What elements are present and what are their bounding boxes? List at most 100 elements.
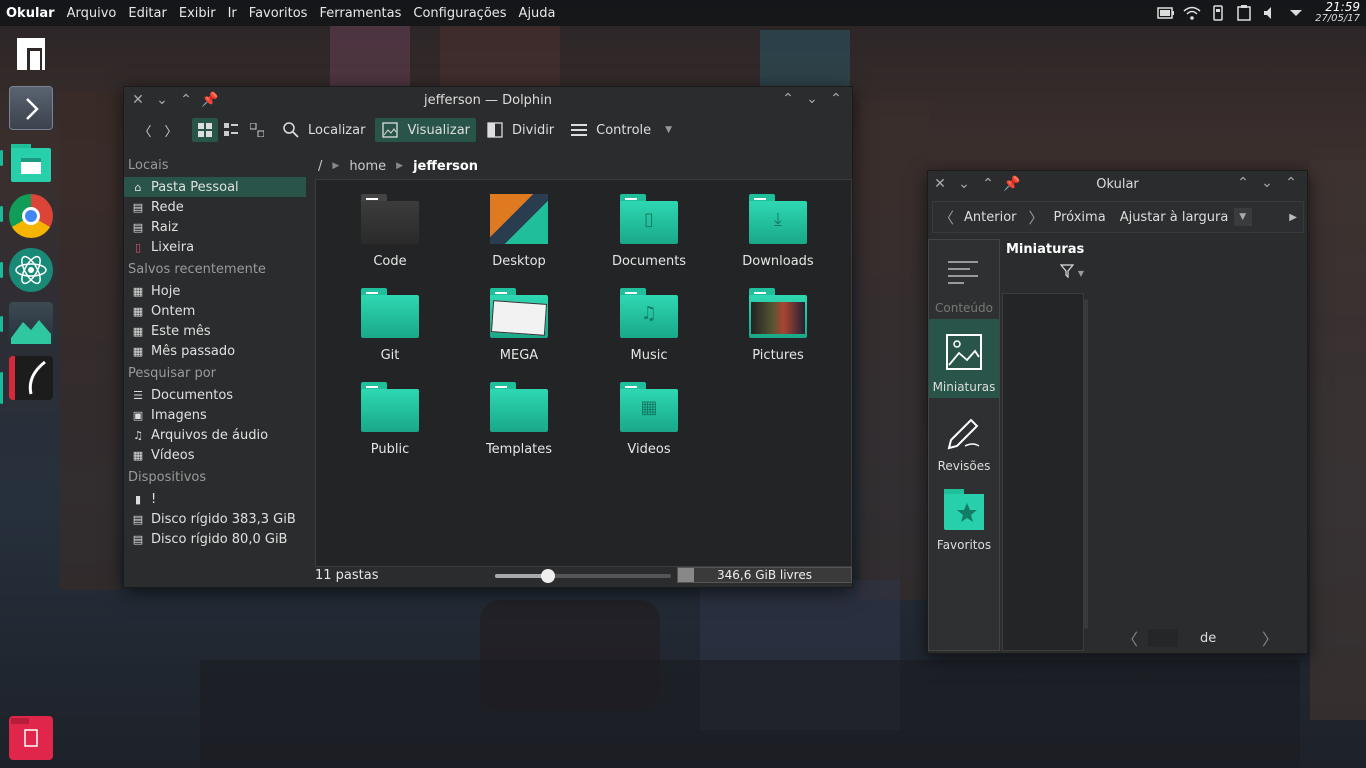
keep-below-icon[interactable]: ⌄ (800, 87, 824, 111)
places-item[interactable]: ▦ Hoje (124, 281, 306, 301)
dolphin-toolbar: 〈 〉 Localizar Visualizar Dividir Control… (124, 113, 852, 147)
chevron-right-icon[interactable]: 〉 (1262, 626, 1278, 650)
forward-button[interactable]: 〉 (158, 118, 184, 142)
breadcrumb-current[interactable]: jefferson (413, 159, 478, 174)
pin-icon[interactable]: 📌 (1000, 172, 1024, 196)
places-item[interactable]: ▤ Disco rígido 80,0 GiB (124, 529, 306, 549)
file-item[interactable]: ⤓ Downloads (713, 194, 843, 269)
split-button[interactable]: Dividir (480, 118, 560, 142)
menu-exibir[interactable]: Exibir (173, 6, 222, 21)
file-item[interactable]: Pictures (713, 288, 843, 363)
files-icon[interactable] (9, 140, 53, 184)
places-item[interactable]: ▤ Disco rígido 383,3 GiB (124, 509, 306, 529)
find-button[interactable]: Localizar (276, 118, 371, 142)
usb-icon[interactable] (1207, 4, 1229, 22)
app-name[interactable]: Okular (0, 6, 61, 21)
places-item[interactable]: ▮! (124, 489, 306, 509)
icons-view-button[interactable] (192, 118, 218, 142)
file-item[interactable]: Desktop (454, 194, 584, 269)
keep-below-icon[interactable]: ⌄ (1255, 171, 1279, 195)
preview-button[interactable]: Visualizar (375, 118, 477, 142)
control-button[interactable]: Controle ▼ (564, 118, 678, 142)
menu-ajuda[interactable]: Ajuda (513, 6, 562, 21)
keep-above-icon[interactable]: ⌃ (1231, 171, 1255, 195)
filter-button[interactable]: ▼ (1002, 261, 1088, 285)
battery-icon[interactable] (1155, 4, 1177, 22)
manjaro-icon[interactable] (9, 32, 53, 76)
file-item[interactable]: Git (325, 288, 455, 363)
file-item[interactable]: MEGA (454, 288, 584, 363)
menu-configuracoes[interactable]: Configurações (407, 6, 512, 21)
menu-ferramentas[interactable]: Ferramentas (313, 6, 407, 21)
pin-icon[interactable]: 📌 (198, 88, 222, 112)
places-item[interactable]: ▣ Imagens (124, 405, 306, 425)
places-item[interactable]: ▦ Este mês (124, 321, 306, 341)
file-item[interactable]: ♫ Music (584, 288, 714, 363)
next-page-button[interactable]: 〉 Próxima (1023, 207, 1112, 228)
menu-editar[interactable]: Editar (122, 6, 173, 21)
maximize-icon[interactable]: ⌃ (976, 172, 1000, 196)
places-item[interactable]: ▦ Mês passado (124, 341, 306, 361)
previous-page-button[interactable]: 〈 Anterior (933, 207, 1023, 228)
shade-icon[interactable]: ⌃ (1279, 171, 1303, 195)
close-icon[interactable]: ✕ (126, 88, 150, 112)
trash-icon[interactable] (9, 716, 53, 760)
toolbar-overflow-icon[interactable]: ▶ (1289, 212, 1297, 223)
menu-arquivo[interactable]: Arquivo (61, 6, 123, 21)
wifi-icon[interactable] (1181, 4, 1203, 22)
menu-ir[interactable]: Ir (222, 6, 243, 21)
details-view-button[interactable] (244, 118, 270, 142)
sidebar-item-label: Miniaturas (932, 380, 996, 394)
places-item[interactable]: ♫ Arquivos de áudio (124, 425, 306, 445)
clipboard-icon[interactable] (1233, 4, 1255, 22)
chevron-left-icon[interactable]: 〈 (1122, 626, 1138, 650)
chevron-down-icon[interactable] (1285, 4, 1307, 22)
zoom-slider-handle[interactable] (540, 569, 555, 583)
page-number-field[interactable] (1148, 629, 1179, 647)
zoom-select[interactable]: Ajustar à largura ▼ (1114, 206, 1252, 228)
chrome-icon[interactable] (9, 194, 53, 238)
folder-icon: ⤓ (749, 194, 807, 246)
file-item[interactable]: ▯ Documents (584, 194, 714, 269)
minimize-icon[interactable]: ⌄ (952, 172, 976, 196)
keep-above-icon[interactable]: ⌃ (776, 87, 800, 111)
places-item[interactable]: ☰ Documentos (124, 385, 306, 405)
sidebar-item[interactable]: Conteúdo (929, 240, 999, 319)
okular-titlebar[interactable]: ✕ ⌄ ⌃ 📌 Okular ⌃ ⌄ ⌃ (928, 171, 1307, 197)
sidebar-item[interactable]: Miniaturas (929, 319, 999, 398)
breadcrumb-separator-icon: ▶ (332, 161, 340, 171)
places-item[interactable]: ▤ Rede (124, 197, 306, 217)
compact-view-button[interactable] (218, 118, 244, 142)
file-item[interactable]: Public (325, 382, 455, 457)
minimize-icon[interactable]: ⌄ (150, 88, 174, 112)
file-item[interactable]: Templates (454, 382, 584, 457)
sidebar-item[interactable]: Favoritos (929, 477, 999, 556)
places-item[interactable]: ⌂ Pasta Pessoal (124, 177, 306, 197)
places-item[interactable]: ▦ Vídeos (124, 445, 306, 465)
places-item[interactable]: ▦ Ontem (124, 301, 306, 321)
next-icon[interactable] (9, 86, 53, 130)
file-item[interactable]: Code (325, 194, 455, 269)
breadcrumb-home[interactable]: home (349, 159, 386, 174)
file-item[interactable]: ▦ Videos (584, 382, 714, 457)
zoom-slider[interactable] (495, 569, 671, 583)
file-view[interactable]: Code Desktop ▯ Documents ⤓ Downloads Git MEGA ♫ M… (315, 179, 852, 567)
atom-icon[interactable] (9, 248, 53, 292)
split-label: Dividir (512, 122, 555, 138)
image-viewer-icon[interactable] (9, 302, 53, 346)
thumbnail-list[interactable] (1002, 293, 1084, 651)
volume-icon[interactable] (1259, 4, 1281, 22)
clock[interactable]: 21:59 27/05/17 (1309, 1, 1366, 24)
breadcrumb-root[interactable]: / (318, 159, 322, 174)
close-icon[interactable]: ✕ (928, 172, 952, 196)
maximize-icon[interactable]: ⌃ (174, 88, 198, 112)
places-item[interactable]: ▤ Raiz (124, 217, 306, 237)
sidebar-item[interactable]: Revisões (929, 398, 999, 477)
back-button[interactable]: 〈 (132, 118, 158, 142)
okular-icon[interactable] (9, 356, 53, 400)
dolphin-titlebar[interactable]: ✕ ⌄ ⌃ 📌 jefferson — Dolphin ⌃ ⌄ ⌃ (124, 87, 852, 113)
shade-icon[interactable]: ⌃ (824, 87, 848, 111)
places-item[interactable]: ▯ Lixeira (124, 237, 306, 257)
scrollbar[interactable] (1084, 299, 1088, 629)
menu-favoritos[interactable]: Favoritos (243, 6, 314, 21)
